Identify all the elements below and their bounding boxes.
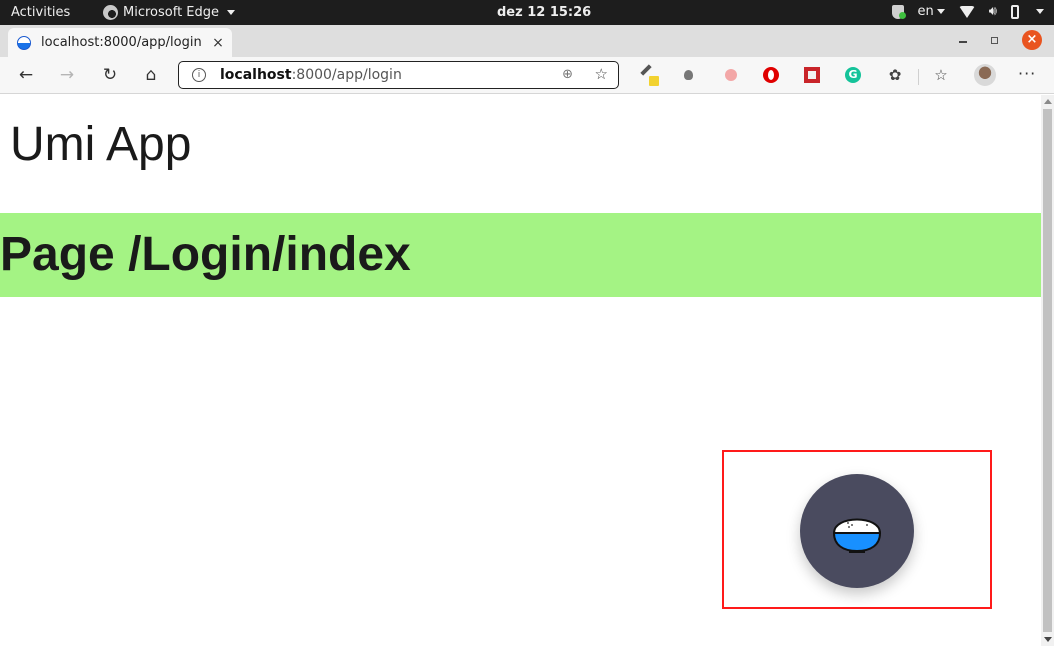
color-picker-extension-icon[interactable] (638, 64, 659, 86)
app-title: Umi App (10, 118, 192, 171)
volume-icon[interactable]: 🔊︎ (989, 4, 997, 19)
url-path: :8000/app/login (291, 67, 402, 83)
scrollbar-thumb[interactable] (1043, 109, 1052, 632)
zoom-icon[interactable]: ⊕ (562, 67, 573, 82)
home-button[interactable]: ⌂ (139, 63, 163, 87)
restore-button[interactable] (991, 36, 998, 44)
url-host: localhost (220, 67, 292, 83)
app-menu-label: Microsoft Edge (123, 5, 220, 20)
shield-icon[interactable] (891, 4, 906, 19)
extensions-icon[interactable]: ✿ (886, 66, 904, 84)
lightbulb-extension-icon[interactable] (680, 66, 698, 84)
close-window-button[interactable]: × (1022, 30, 1042, 50)
system-menu-chevron-icon[interactable] (1036, 9, 1044, 14)
favorites-icon[interactable]: ☆ (932, 66, 950, 84)
umi-floating-button[interactable] (800, 474, 914, 588)
screenshot-extension-icon[interactable] (803, 66, 821, 84)
pink-extension-icon[interactable] (722, 66, 740, 84)
language-label: en (917, 4, 934, 19)
scroll-up-arrow-icon[interactable] (1044, 99, 1052, 104)
back-button[interactable]: ← (14, 63, 38, 87)
activities-button[interactable]: Activities (11, 5, 70, 20)
grammarly-extension-icon[interactable] (844, 66, 862, 84)
window-controls: × (959, 30, 1042, 50)
reload-button[interactable]: ↻ (98, 63, 122, 87)
opera-extension-icon[interactable] (762, 66, 780, 84)
more-menu-icon[interactable]: ··· (1018, 64, 1036, 83)
scroll-down-arrow-icon[interactable] (1044, 637, 1052, 642)
page-heading: Page /Login/index (0, 228, 411, 281)
page-banner: Page /Login/index (0, 213, 1041, 297)
tab-title: localhost:8000/app/login (41, 35, 202, 50)
favicon-icon (17, 35, 31, 50)
page-viewport: Umi App Page /Login/index (0, 95, 1041, 646)
address-bar[interactable]: i localhost:8000/app/login ⊕ ☆ (178, 61, 619, 89)
site-info-icon[interactable]: i (192, 68, 206, 82)
toolbar-divider (918, 69, 919, 85)
language-selector[interactable]: en (918, 4, 945, 19)
tab-login[interactable]: localhost:8000/app/login × (8, 28, 232, 57)
system-tray: en 🔊︎ (891, 4, 1044, 19)
wifi-icon[interactable] (958, 5, 975, 18)
profile-avatar[interactable] (974, 64, 996, 86)
forward-button[interactable]: → (55, 63, 79, 87)
minimize-button[interactable] (959, 41, 967, 43)
chevron-down-icon (227, 10, 236, 15)
tab-close-icon[interactable]: × (208, 35, 228, 51)
rice-bowl-icon (832, 518, 882, 553)
vertical-scrollbar[interactable] (1041, 95, 1054, 646)
tab-strip: localhost:8000/app/login × + (0, 25, 1054, 74)
edge-logo-icon (103, 5, 118, 20)
add-favorite-icon[interactable]: ☆ (595, 65, 608, 83)
browser-toolbar: ← → ↻ ⌂ i localhost:8000/app/login ⊕ ☆ ✿… (0, 57, 1054, 94)
chevron-down-icon (936, 9, 945, 14)
app-menu[interactable]: Microsoft Edge (103, 5, 236, 20)
battery-icon[interactable] (1011, 4, 1019, 19)
clock[interactable]: dez 12 15:26 (497, 5, 591, 20)
system-top-bar: Activities Microsoft Edge dez 12 15:26 e… (0, 0, 1054, 25)
